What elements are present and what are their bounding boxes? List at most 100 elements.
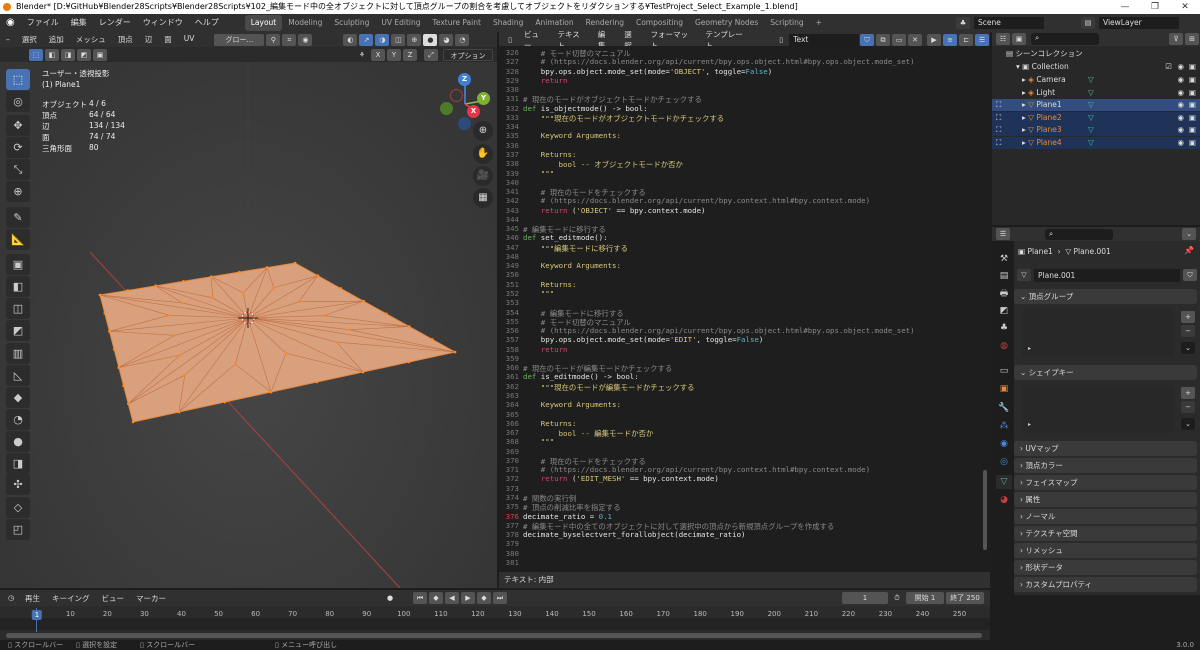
code-line[interactable]: """現在のモードがオブジェクトモードかチェックする (523, 113, 724, 124)
add-item-icon[interactable]: + (1181, 387, 1195, 399)
proportional-edit-icon[interactable]: ◉ (298, 33, 313, 46)
code-line[interactable]: Keyword Arguments: (523, 400, 621, 409)
smooth-icon[interactable]: ● (6, 431, 30, 452)
object-data-icon[interactable]: ▽ (1088, 124, 1094, 136)
unlink-text-icon[interactable]: ✕ (908, 33, 922, 46)
spin-icon[interactable]: ◔ (6, 409, 30, 430)
constraints-tab-icon[interactable]: ◎ (996, 455, 1012, 469)
camera-render-icon[interactable]: ▣ (1189, 99, 1196, 111)
inset-icon[interactable]: ◫ (6, 298, 30, 319)
camera-render-icon[interactable]: ▣ (1189, 112, 1196, 124)
zoom-icon[interactable]: ⊕ (473, 121, 493, 141)
panel-header-closed[interactable]: › テクスチャ空間 (1014, 526, 1197, 541)
workspace-tab[interactable]: Modeling (282, 15, 328, 31)
menu-item[interactable]: マーカー (130, 593, 172, 604)
edge-slide-icon[interactable]: ◨ (6, 453, 30, 474)
object-data-icon[interactable]: ▽ (1088, 137, 1094, 149)
outliner-row[interactable]: ⛶ ▸ ▽ Plane2 ▽ ◉ ▣ (992, 111, 1200, 124)
code-line[interactable]: def set_editmode(): (523, 233, 608, 242)
workspace-tab[interactable]: UV Editing (375, 15, 426, 31)
eye-icon[interactable]: ◉ (1177, 124, 1184, 136)
keyframe-icon[interactable]: ● (383, 592, 397, 604)
code-line[interactable]: Returns: (523, 280, 577, 289)
workspace-tab[interactable]: Texture Paint (427, 15, 487, 31)
workspace-tab[interactable]: Sculpting (328, 15, 375, 31)
scale-icon[interactable]: ⤡ (6, 159, 30, 180)
list-box[interactable]: ▸ (1022, 385, 1174, 433)
axis-z-toggle[interactable]: Z (403, 48, 417, 61)
new-text-icon[interactable]: ⧉ (876, 33, 890, 46)
open-text-icon[interactable]: ▭ (892, 33, 906, 46)
remove-item-icon[interactable]: − (1181, 325, 1195, 337)
orthographic-toggle-icon[interactable]: ▦ (473, 188, 493, 208)
specials-menu-icon[interactable]: ⌄ (1181, 418, 1195, 430)
pin-icon[interactable]: 📌 (1184, 246, 1194, 255)
camera-render-icon[interactable]: ▣ (1189, 87, 1196, 99)
run-script-icon[interactable]: ▶ (927, 33, 941, 46)
prev-keyframe-icon[interactable]: ◆ (429, 592, 443, 604)
axis-y-toggle[interactable]: Y (387, 48, 401, 61)
eye-icon[interactable]: ◉ (1177, 112, 1184, 124)
specials-menu-icon[interactable]: ⌄ (1181, 342, 1195, 354)
scene-name[interactable]: Scene (974, 17, 1044, 29)
menu-item[interactable]: 頂点 (112, 34, 139, 45)
visibility-icon[interactable]: ◐ (343, 33, 358, 46)
panel-header-closed[interactable]: › 形状データ (1014, 560, 1197, 575)
menu-item[interactable]: ビュー (96, 593, 131, 604)
rotate-icon[interactable]: ⟳ (6, 137, 30, 158)
select-invert-icon[interactable]: ◩ (77, 48, 91, 61)
camera-render-icon[interactable]: ▣ (1189, 74, 1196, 86)
panel-header-open[interactable]: ⌄ シェイプキー (1014, 365, 1197, 380)
menu-item[interactable]: 辺 (139, 34, 159, 45)
loop-cut-icon[interactable]: ▥ (6, 343, 30, 364)
minimize-button[interactable]: — (1110, 0, 1140, 14)
axis-x-toggle[interactable]: X (371, 48, 385, 61)
panel-header-closed[interactable]: › カスタムプロパティ (1014, 577, 1197, 592)
world-tab-icon[interactable]: ◍ (996, 339, 1012, 353)
menu-item[interactable]: 編集 (65, 14, 93, 32)
panel-header-open[interactable]: ⌄ 頂点グループ (1014, 289, 1197, 304)
object-name[interactable]: Plane3 (1036, 125, 1061, 134)
maximize-button[interactable]: ❐ (1140, 0, 1170, 14)
shrink-fatten-icon[interactable]: ✣ (6, 474, 30, 495)
outliner-row[interactable]: ⛶ ▸ ▽ Plane1 ▽ ◉ ▣ (992, 99, 1200, 111)
transform-orientation-dropdown[interactable]: グロー... (214, 33, 265, 46)
physics-tab-icon[interactable]: ◉ (996, 437, 1012, 451)
fake-user-shield-icon[interactable]: ⛉ (1183, 269, 1197, 281)
line-numbers-toggle-icon[interactable]: ≡ (943, 33, 957, 46)
3d-viewport[interactable]: ユーザー・透視投影 (1) Plane1 オブジェクト 4 / 6 頂点 64 / 6… (0, 62, 497, 588)
properties-options-icon[interactable]: ⌄ (1182, 228, 1196, 240)
end-frame-field[interactable]: 終了 250 (946, 592, 984, 604)
collection-row[interactable]: ▾ ▣ Collection ☑ ◉ ▣ (992, 61, 1200, 73)
code-line[interactable]: """ (523, 169, 554, 178)
code-line[interactable]: # (https://docs.blender.org/api/current/… (523, 465, 870, 474)
rendered-shading-icon[interactable]: ◔ (455, 33, 470, 46)
code-line[interactable]: return (523, 345, 568, 354)
panel-header-closed[interactable]: › 属性 (1014, 492, 1197, 507)
text-name-field[interactable]: Text (789, 33, 859, 46)
code-line[interactable]: Keyword Arguments: (523, 261, 621, 270)
workspace-tab[interactable]: Scripting (764, 15, 809, 31)
gizmo-x[interactable]: X (467, 105, 480, 118)
mesh-browse-icon[interactable]: ▽ (1017, 269, 1031, 281)
code-line[interactable]: """ (523, 289, 554, 298)
jump-start-icon[interactable]: ⏮ (413, 592, 427, 604)
camera-render-icon[interactable]: ▣ (1189, 61, 1196, 73)
menu-item[interactable]: キーイング (46, 593, 96, 604)
cursor-icon[interactable]: ◎ (6, 91, 30, 112)
code-line[interactable]: """現在のモードが編集モードかチェックする (523, 382, 695, 393)
text-browse-icon[interactable]: ▯ (774, 34, 788, 46)
panel-header-closed[interactable]: › UVマップ (1014, 441, 1197, 456)
collection-checkbox[interactable]: ☑ (1165, 61, 1172, 73)
measure-icon[interactable]: 📐 (6, 229, 30, 250)
outliner-search-input[interactable]: ⌕ (1031, 33, 1099, 45)
edit-mode-icon[interactable]: ⛶ (996, 124, 1001, 136)
filter-icon[interactable]: ⊽ (1169, 33, 1183, 45)
close-button[interactable]: ✕ (1170, 0, 1200, 14)
gizmo-neg-z[interactable] (458, 117, 471, 130)
eye-icon[interactable]: ◉ (1177, 137, 1184, 149)
eye-icon[interactable]: ◉ (1177, 74, 1184, 86)
view-layer-name[interactable]: ViewLayer (1099, 17, 1179, 29)
object-data-icon[interactable]: ▽ (1088, 112, 1094, 124)
outliner-row[interactable]: ⛶ ▸ ▽ Plane4 ▽ ◉ ▣ (992, 136, 1200, 149)
